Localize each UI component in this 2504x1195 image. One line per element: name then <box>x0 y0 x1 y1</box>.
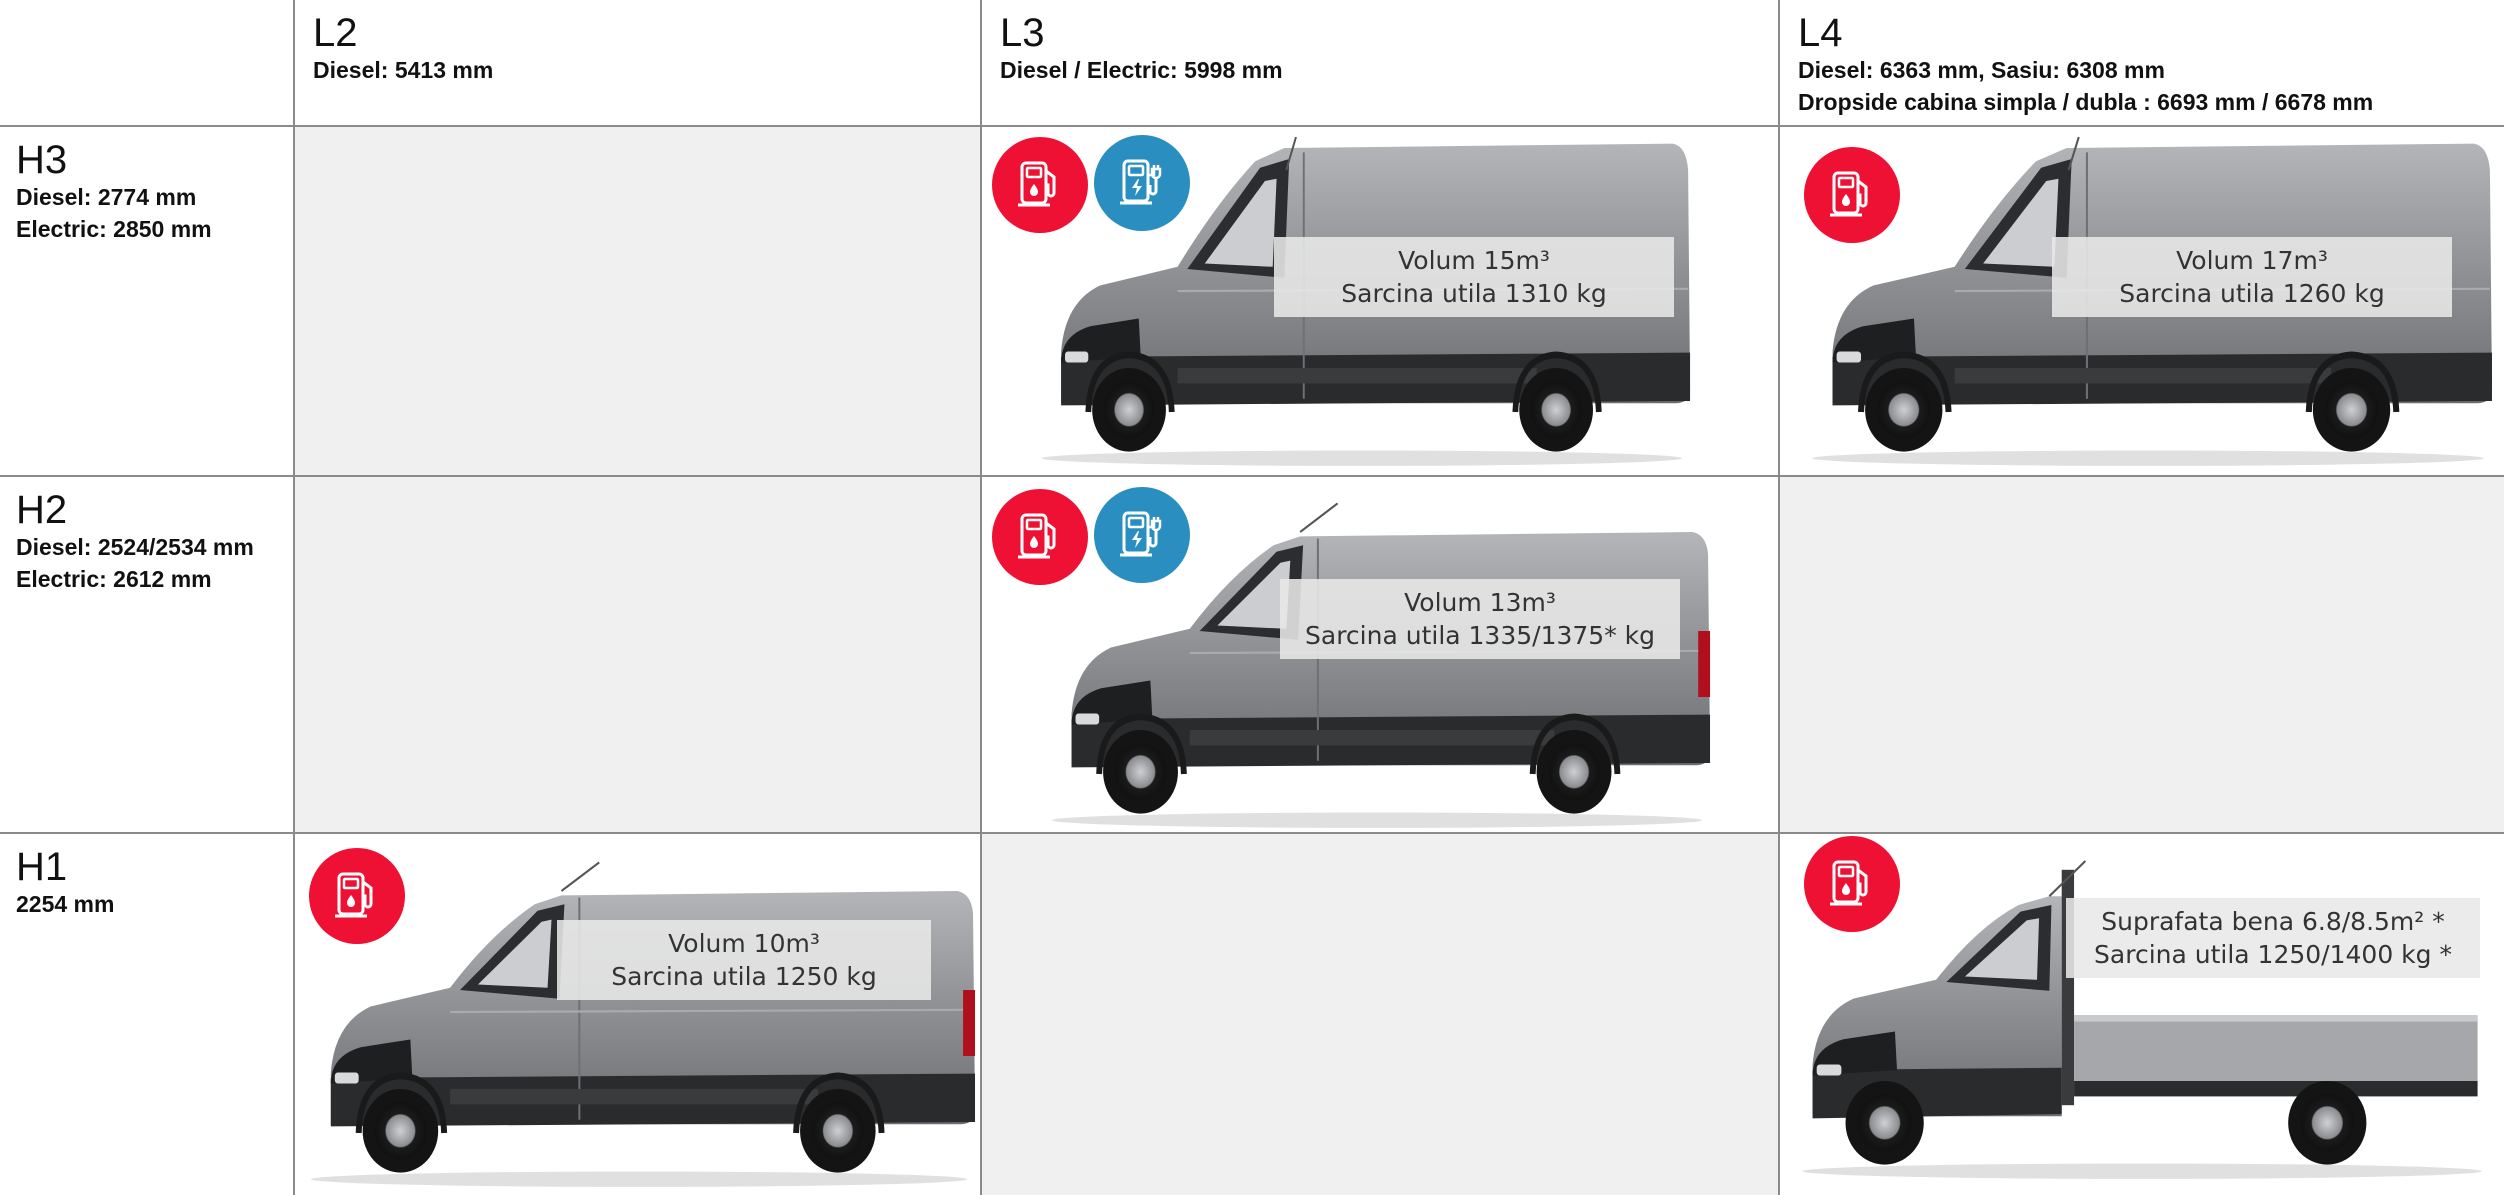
payload-text: Sarcina utila 1310 kg <box>1341 279 1607 308</box>
row-spec: Electric: 2850 mm <box>16 216 212 242</box>
fuel-pump-icon <box>992 137 1088 233</box>
row-spec: Electric: 2612 mm <box>16 566 212 592</box>
cell-h1-l4: Suprafata bena 6.8/8.5m² * Sarcina utila… <box>1780 834 2504 1195</box>
fuel-pump-icon <box>1804 147 1900 243</box>
column-spec: Dropside cabina simpla / dubla : 6693 mm… <box>1798 89 2374 115</box>
volume-text: Volum 15m³ <box>1398 246 1550 275</box>
column-spec: Diesel: 6363 mm, Sasiu: 6308 mm <box>1798 57 2165 83</box>
corner-cell <box>0 0 295 127</box>
column-header-l2: L2 Diesel: 5413 mm <box>295 0 982 127</box>
fuel-pump-icon <box>1804 836 1900 932</box>
spec-label: Suprafata bena 6.8/8.5m² * Sarcina utila… <box>2066 898 2480 978</box>
cell-h3-l2-empty <box>295 127 982 477</box>
row-title: H2 <box>16 488 68 532</box>
column-spec: Diesel: 5413 mm <box>313 57 494 83</box>
comparison-grid: L2 Diesel: 5413 mm L3 Diesel / Electric:… <box>0 0 2504 1195</box>
cell-h1-l2: Volum 10m³ Sarcina utila 1250 kg <box>295 834 982 1195</box>
volume-text: Volum 17m³ <box>2176 246 2328 275</box>
fuel-pump-icon <box>309 848 405 944</box>
column-header-l4: L4 Diesel: 6363 mm, Sasiu: 6308 mm Drops… <box>1780 0 2504 127</box>
ev-charger-icon <box>1094 135 1190 231</box>
spec-label: Volum 17m³ Sarcina utila 1260 kg <box>2052 237 2452 317</box>
spec-label: Volum 10m³ Sarcina utila 1250 kg <box>557 920 931 1000</box>
payload-text: Sarcina utila 1335/1375* kg <box>1305 621 1655 650</box>
column-title: L2 <box>313 11 358 55</box>
volume-text: Volum 10m³ <box>668 929 820 958</box>
row-header-h2: H2 Diesel: 2524/2534 mm Electric: 2612 m… <box>0 477 295 834</box>
fuel-pump-icon <box>992 489 1088 585</box>
row-spec: 2254 mm <box>16 891 115 917</box>
spec-label: Volum 15m³ Sarcina utila 1310 kg <box>1274 237 1674 317</box>
area-text: Suprafata bena 6.8/8.5m² * <box>2101 907 2445 936</box>
volume-text: Volum 13m³ <box>1404 588 1556 617</box>
row-title: H3 <box>16 138 68 182</box>
row-title: H1 <box>16 845 68 889</box>
column-title: L3 <box>1000 11 1045 55</box>
column-header-l3: L3 Diesel / Electric: 5998 mm <box>982 0 1780 127</box>
cell-h2-l2-empty <box>295 477 982 834</box>
cell-h1-l3-empty <box>982 834 1780 1195</box>
row-header-h1: H1 2254 mm <box>0 834 295 1195</box>
row-header-h3: H3 Diesel: 2774 mm Electric: 2850 mm <box>0 127 295 477</box>
spec-label: Volum 13m³ Sarcina utila 1335/1375* kg <box>1280 579 1680 659</box>
cell-h3-l4: Volum 17m³ Sarcina utila 1260 kg <box>1780 127 2504 477</box>
cell-h2-l3: Volum 13m³ Sarcina utila 1335/1375* kg <box>982 477 1780 834</box>
cell-h3-l3: Volum 15m³ Sarcina utila 1310 kg <box>982 127 1780 477</box>
payload-text: Sarcina utila 1260 kg <box>2119 279 2385 308</box>
row-spec: Diesel: 2774 mm <box>16 184 197 210</box>
column-title: L4 <box>1798 11 1843 55</box>
ev-charger-icon <box>1094 487 1190 583</box>
payload-text: Sarcina utila 1250 kg <box>611 962 877 991</box>
row-spec: Diesel: 2524/2534 mm <box>16 534 254 560</box>
cell-h2-l4-empty <box>1780 477 2504 834</box>
payload-text: Sarcina utila 1250/1400 kg * <box>2094 940 2452 969</box>
column-spec: Diesel / Electric: 5998 mm <box>1000 57 1283 83</box>
